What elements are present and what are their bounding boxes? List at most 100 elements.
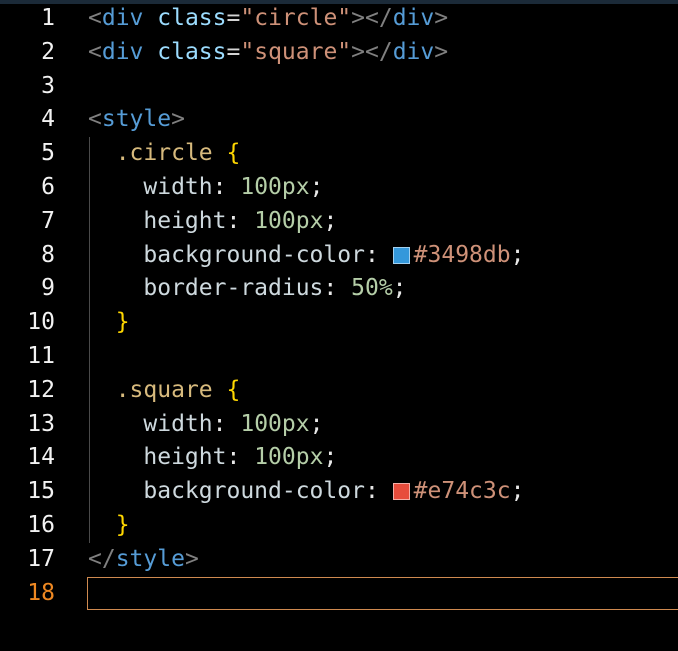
- code-editor[interactable]: 1<div class="circle"></div>2<div class="…: [0, 2, 678, 610]
- code-line[interactable]: 1<div class="circle"></div>: [0, 2, 678, 36]
- code-line[interactable]: 14 height: 100px;: [0, 441, 678, 475]
- code-token: 100px: [240, 174, 309, 200]
- code-token: [143, 39, 157, 65]
- line-number: 2: [0, 36, 55, 70]
- code-token: >: [434, 39, 448, 65]
- code-token: {: [227, 140, 241, 166]
- code-line-content: height: 100px;: [88, 205, 337, 239]
- line-number: 5: [0, 137, 55, 171]
- code-token: [379, 242, 393, 268]
- code-token: :: [226, 444, 240, 470]
- code-token: [88, 140, 116, 166]
- code-token: [227, 411, 241, 437]
- code-token: :: [365, 478, 379, 504]
- code-line[interactable]: 10 }: [0, 306, 678, 340]
- code-token: :: [213, 174, 227, 200]
- code-line[interactable]: 7 height: 100px;: [0, 205, 678, 239]
- code-token: ;: [323, 208, 337, 234]
- line-number: 10: [0, 306, 55, 340]
- code-token: ;: [511, 242, 525, 268]
- line-number: 12: [0, 374, 55, 408]
- code-token: [143, 5, 157, 31]
- code-token: </: [88, 546, 116, 572]
- code-line-content: .circle {: [88, 137, 240, 171]
- code-token: [88, 411, 143, 437]
- code-line-content: <div class="square"></div>: [88, 36, 448, 70]
- code-line-content: background-color: #e74c3c;: [88, 475, 524, 509]
- code-line[interactable]: 18: [0, 577, 678, 611]
- code-editor-window: 1<div class="circle"></div>2<div class="…: [0, 0, 678, 651]
- code-token: style: [102, 106, 171, 132]
- code-token: .circle: [116, 140, 213, 166]
- code-line[interactable]: 17 </style>: [0, 543, 678, 577]
- code-line[interactable]: 2<div class="square"></div>: [0, 36, 678, 70]
- code-token: background-color: [143, 242, 365, 268]
- code-line[interactable]: 8 background-color: #3498db;: [0, 239, 678, 273]
- code-token: [88, 444, 143, 470]
- code-token: height: [143, 208, 226, 234]
- code-token: ></: [351, 39, 393, 65]
- code-token: >: [434, 5, 448, 31]
- code-token: [88, 512, 116, 538]
- line-number: 4: [0, 103, 55, 137]
- code-token: ;: [393, 275, 407, 301]
- line-number: 18: [0, 577, 55, 611]
- code-line[interactable]: 6 width: 100px;: [0, 171, 678, 205]
- code-token: :: [365, 242, 379, 268]
- code-line-content: width: 100px;: [88, 408, 323, 442]
- code-token: [88, 309, 116, 335]
- code-token: div: [102, 5, 144, 31]
- code-token: ></: [351, 5, 393, 31]
- code-token: }: [116, 512, 130, 538]
- line-number: 17: [0, 543, 55, 577]
- active-line-highlight: [87, 577, 678, 611]
- code-token: background-color: [143, 478, 365, 504]
- code-token: "square": [240, 39, 351, 65]
- color-swatch[interactable]: [393, 247, 410, 264]
- line-number: 14: [0, 441, 55, 475]
- code-token: border-radius: [143, 275, 323, 301]
- code-line[interactable]: 16 }: [0, 509, 678, 543]
- code-token: ;: [310, 174, 324, 200]
- code-token: div: [393, 5, 435, 31]
- code-token: [88, 275, 143, 301]
- code-line[interactable]: 4 <style>: [0, 103, 678, 137]
- code-line-content: }: [88, 306, 130, 340]
- code-token: <: [88, 106, 102, 132]
- code-line[interactable]: 15 background-color: #e74c3c;: [0, 475, 678, 509]
- code-token: #e74c3c: [414, 478, 511, 504]
- code-line-content: }: [88, 509, 130, 543]
- line-number: 1: [0, 2, 55, 36]
- code-token: >: [185, 546, 199, 572]
- line-number: 15: [0, 475, 55, 509]
- code-line[interactable]: 9 border-radius: 50%;: [0, 272, 678, 306]
- code-token: style: [116, 546, 185, 572]
- code-line-content: .square {: [88, 374, 240, 408]
- code-token: [240, 208, 254, 234]
- code-token: [337, 275, 351, 301]
- code-line[interactable]: 13 width: 100px;: [0, 408, 678, 442]
- line-number: 7: [0, 205, 55, 239]
- code-line[interactable]: 3: [0, 70, 678, 104]
- code-token: #3498db: [414, 242, 511, 268]
- code-token: [88, 208, 143, 234]
- line-number: 6: [0, 171, 55, 205]
- color-swatch[interactable]: [393, 483, 410, 500]
- code-line[interactable]: 5 .circle {: [0, 137, 678, 171]
- code-token: [213, 140, 227, 166]
- code-token: .square: [116, 377, 213, 403]
- code-line-content: <style>: [88, 103, 185, 137]
- code-line[interactable]: 12 .square {: [0, 374, 678, 408]
- line-number: 11: [0, 340, 55, 374]
- code-token: [227, 174, 241, 200]
- code-line-content: width: 100px;: [88, 171, 323, 205]
- code-token: [213, 377, 227, 403]
- code-token: =: [227, 5, 241, 31]
- code-lines-container: 1<div class="circle"></div>2<div class="…: [0, 2, 678, 610]
- code-token: >: [171, 106, 185, 132]
- code-token: 100px: [254, 208, 323, 234]
- code-token: class: [157, 39, 226, 65]
- code-line[interactable]: 11: [0, 340, 678, 374]
- code-token: "circle": [240, 5, 351, 31]
- code-line-content: background-color: #3498db;: [88, 239, 524, 273]
